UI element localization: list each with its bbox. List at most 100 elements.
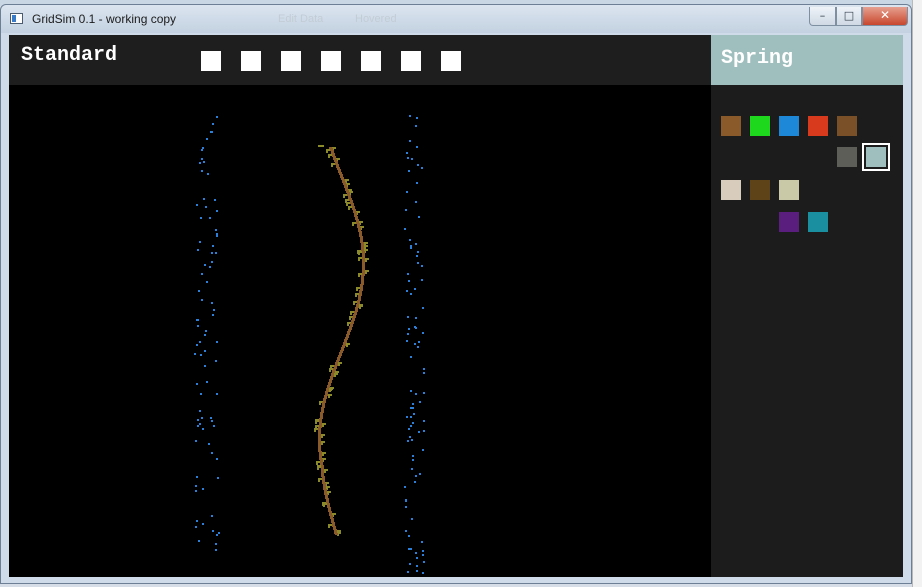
- vine-leaf: [359, 221, 361, 223]
- water-particle: [421, 279, 423, 281]
- water-particle: [210, 131, 212, 133]
- material-swatch-7[interactable]: [862, 143, 890, 171]
- mode-button-3[interactable]: [281, 51, 301, 71]
- vine-leaf: [357, 293, 359, 295]
- water-particle: [216, 341, 218, 343]
- maximize-button[interactable]: □: [836, 7, 862, 26]
- vine-leaf: [337, 530, 339, 532]
- vine-leaf: [321, 436, 323, 438]
- vine-leaf: [346, 204, 348, 206]
- water-particle: [421, 167, 423, 169]
- vine-leaf: [367, 270, 369, 272]
- vine-leaf: [347, 324, 349, 326]
- mode-button-5[interactable]: [361, 51, 381, 71]
- vine-leaf: [329, 368, 331, 370]
- vine-leaf: [322, 423, 324, 425]
- vine-leaf: [322, 145, 324, 147]
- water-particle: [417, 251, 419, 253]
- water-particle: [199, 410, 201, 412]
- vine-leaf: [362, 226, 364, 228]
- water-particle: [417, 164, 419, 166]
- mode-button-2[interactable]: [241, 51, 261, 71]
- water-particle: [205, 330, 207, 332]
- vine-leaf: [347, 179, 349, 181]
- water-particle: [408, 170, 410, 172]
- material-swatch-9[interactable]: [750, 180, 770, 200]
- water-particle: [411, 518, 413, 520]
- water-particle: [201, 170, 203, 172]
- vine-leaf: [319, 466, 321, 468]
- vine-leaf: [318, 461, 320, 463]
- vine-leaf: [338, 158, 340, 160]
- material-swatch-3[interactable]: [779, 116, 799, 136]
- vine-leaf: [367, 258, 369, 260]
- material-swatch-2[interactable]: [750, 116, 770, 136]
- water-particle: [204, 264, 206, 266]
- mode-button-1[interactable]: [201, 51, 221, 71]
- vine-leaf: [318, 480, 320, 482]
- water-particle: [410, 425, 412, 427]
- vine-leaf: [328, 486, 330, 488]
- vine-leaf: [324, 452, 326, 454]
- water-particle: [196, 383, 198, 385]
- vine-leaf: [349, 316, 351, 318]
- title-bar[interactable]: GridSim 0.1 - working copy Edit Data Hov…: [1, 5, 911, 33]
- material-swatch-10[interactable]: [779, 180, 799, 200]
- water-particle: [417, 346, 419, 348]
- water-particle: [407, 273, 409, 275]
- vine-leaf: [340, 362, 342, 364]
- vine-leaf: [324, 423, 326, 425]
- vine-leaf: [365, 260, 367, 262]
- water-particle: [215, 229, 217, 231]
- vine-leaf: [336, 373, 338, 375]
- water-particle: [195, 440, 197, 442]
- minimize-button[interactable]: –: [809, 7, 836, 26]
- water-particle: [196, 344, 198, 346]
- water-particle: [216, 233, 218, 235]
- vine-leaf: [322, 452, 324, 454]
- material-swatch-4[interactable]: [808, 116, 828, 136]
- water-particle: [423, 561, 425, 563]
- water-particle: [416, 146, 418, 148]
- water-particle: [410, 390, 412, 392]
- vine-leaf: [349, 318, 351, 320]
- vine-leaf: [328, 154, 330, 156]
- water-particle: [410, 293, 412, 295]
- vine-leaf: [358, 251, 360, 253]
- vine-leaf: [328, 526, 330, 528]
- water-particle: [407, 333, 409, 335]
- close-button[interactable]: ✕: [862, 7, 908, 26]
- app-window: GridSim 0.1 - working copy Edit Data Hov…: [0, 4, 912, 584]
- mode-button-7[interactable]: [441, 51, 461, 71]
- material-swatch-6[interactable]: [837, 147, 857, 167]
- water-particle: [411, 158, 413, 160]
- mode-button-6[interactable]: [401, 51, 421, 71]
- water-particle: [423, 392, 425, 394]
- vine-leaf: [348, 208, 350, 210]
- water-particle: [423, 420, 425, 422]
- vine-leaf: [331, 388, 333, 390]
- vine-leaf: [339, 530, 341, 532]
- vine-leaf: [330, 154, 332, 156]
- material-swatch-5[interactable]: [837, 116, 857, 136]
- material-swatch-12[interactable]: [808, 212, 828, 232]
- vine-leaf: [319, 401, 321, 403]
- client-area: Standard Spring: [9, 35, 903, 577]
- material-swatch-1[interactable]: [721, 116, 741, 136]
- simulation-canvas[interactable]: [9, 85, 711, 577]
- material-swatch-8[interactable]: [721, 180, 741, 200]
- material-swatch-11[interactable]: [779, 212, 799, 232]
- vine-leaf: [360, 251, 362, 253]
- vine-leaf: [329, 390, 331, 392]
- water-particle: [410, 356, 412, 358]
- water-particle: [415, 393, 417, 395]
- toolbar: Standard: [9, 35, 711, 85]
- background-window-text: Edit Data: [278, 13, 324, 25]
- water-particle: [415, 327, 417, 329]
- water-particle: [408, 280, 410, 282]
- water-particle: [218, 532, 220, 534]
- water-particle: [411, 439, 413, 441]
- mode-button-4[interactable]: [321, 51, 341, 71]
- vine-leaf: [321, 434, 323, 436]
- water-particle: [202, 428, 204, 430]
